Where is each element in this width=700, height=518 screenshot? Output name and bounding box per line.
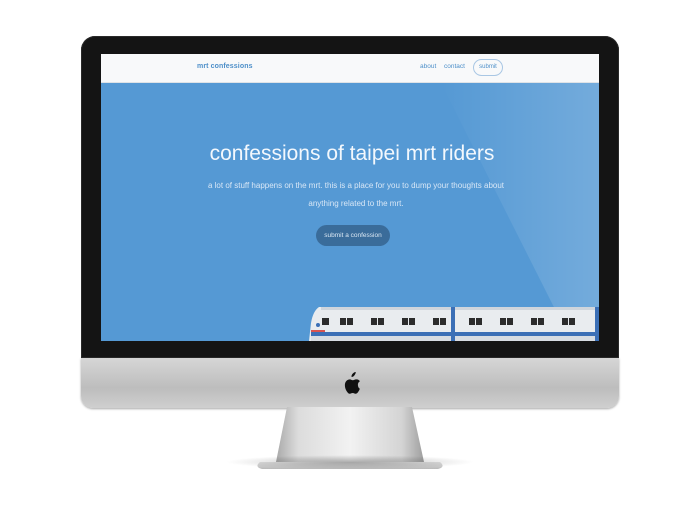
hero-section: confessions of taipei mrt riders a lot o… xyxy=(101,83,599,341)
hero-title: confessions of taipei mrt riders xyxy=(209,142,495,165)
screen: mrt confessions about contact submit con… xyxy=(101,54,599,341)
nav-contact-link[interactable]: contact xyxy=(444,63,465,70)
navbar: mrt confessions about contact submit xyxy=(101,54,599,83)
nav-about-link[interactable]: about xyxy=(420,63,436,70)
train-illustration xyxy=(309,307,599,341)
hero-description: a lot of stuff happens on the mrt. this … xyxy=(207,181,505,208)
stand-shadow xyxy=(225,455,475,469)
brand-link[interactable]: mrt confessions xyxy=(197,63,253,70)
nav-submit-button[interactable]: submit xyxy=(473,59,503,76)
apple-logo-icon xyxy=(344,372,360,394)
submit-confession-button[interactable]: submit a confession xyxy=(316,225,390,246)
